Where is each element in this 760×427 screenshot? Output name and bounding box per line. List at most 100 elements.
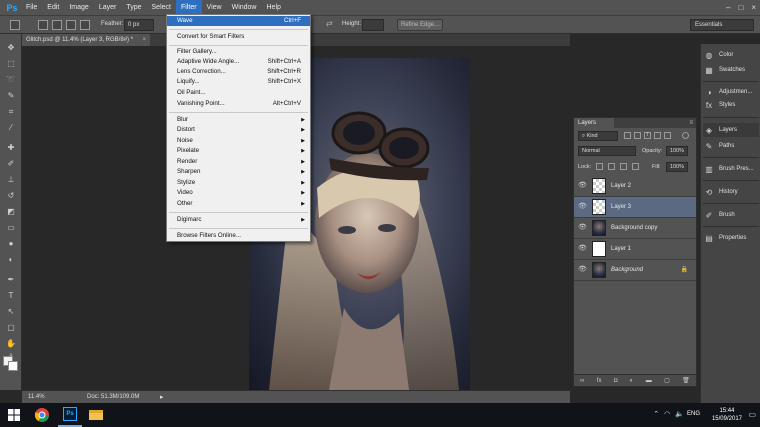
new-selection-icon[interactable]: [38, 20, 48, 30]
menu-edit[interactable]: Edit: [42, 0, 64, 15]
filter-video[interactable]: Video ▶: [167, 188, 310, 198]
panel-layers[interactable]: ◈ Layers: [703, 123, 759, 137]
panel-adjustments[interactable]: ◑ Adjustmen...: [703, 85, 759, 99]
fill-input[interactable]: 100%: [666, 162, 688, 172]
close-button[interactable]: ×: [751, 3, 756, 12]
fx-icon[interactable]: fx: [597, 378, 602, 384]
status-menu-icon[interactable]: ▸: [160, 393, 164, 401]
language-indicator[interactable]: ENG: [687, 411, 700, 417]
smart-object-filter-icon[interactable]: [664, 132, 671, 139]
chevron-up-icon[interactable]: ⌃: [653, 410, 659, 418]
tool-preset-icon[interactable]: [10, 20, 20, 30]
history-brush-tool-icon[interactable]: ↺: [5, 190, 17, 202]
brush-tool-icon[interactable]: ✐: [5, 158, 17, 170]
taskbar-clock[interactable]: 15:44 15/09/2017: [712, 407, 742, 423]
pixel-filter-icon[interactable]: [624, 132, 631, 139]
new-layer-icon[interactable]: ▢: [664, 377, 670, 384]
trash-icon[interactable]: 🗑: [682, 377, 690, 384]
menu-filter[interactable]: Filter: [175, 0, 202, 15]
layer-row[interactable]: 👁 Background copy: [574, 218, 696, 239]
filter-oil-paint[interactable]: Oil Paint...: [167, 88, 310, 98]
document-tab[interactable]: Glitch.psd @ 11.4% (Layer 3, RGB/8#) * ×: [22, 34, 150, 46]
filter-toggle-icon[interactable]: [682, 132, 689, 139]
path-select-tool-icon[interactable]: ↖: [5, 306, 17, 318]
filter-vanishing-point[interactable]: Vanishing Point... Alt+Ctrl+V: [167, 99, 310, 109]
filter-distort[interactable]: Distort ▶: [167, 125, 310, 135]
panel-brush-presets[interactable]: ▥ Brush Pres...: [703, 162, 759, 176]
panel-styles[interactable]: fx Styles: [703, 101, 759, 109]
gradient-tool-icon[interactable]: ▭: [5, 222, 17, 234]
height-input[interactable]: [362, 19, 384, 31]
filter-gallery[interactable]: Filter Gallery...: [167, 47, 310, 57]
eraser-tool-icon[interactable]: ◩: [5, 206, 17, 218]
notification-icon[interactable]: ▭: [748, 410, 756, 419]
eyedropper-tool-icon[interactable]: ⁄: [5, 122, 17, 134]
move-tool-icon[interactable]: ✥: [5, 42, 17, 54]
visibility-eye-icon[interactable]: 👁: [578, 224, 587, 232]
workspace-select[interactable]: Essentials: [690, 19, 754, 31]
type-filter-icon[interactable]: T: [644, 132, 651, 139]
lock-all-icon[interactable]: [632, 163, 639, 170]
filter-stylize[interactable]: Stylize ▶: [167, 178, 310, 188]
menu-view[interactable]: View: [202, 0, 227, 15]
crop-tool-icon[interactable]: ⌗: [5, 106, 17, 118]
network-icon[interactable]: ◠: [664, 410, 670, 418]
hand-tool-icon[interactable]: ✋: [5, 338, 17, 350]
opacity-input[interactable]: 100%: [666, 146, 688, 156]
panel-color[interactable]: ◍ Color: [703, 48, 759, 62]
chrome-taskbar-icon[interactable]: [30, 403, 54, 427]
explorer-taskbar-icon[interactable]: [84, 403, 108, 427]
panel-brush[interactable]: ✐ Brush: [703, 208, 759, 222]
lasso-tool-icon[interactable]: ➰: [5, 74, 17, 86]
dodge-tool-icon[interactable]: ◐: [5, 254, 17, 266]
filter-liquify[interactable]: Liquify... Shift+Ctrl+X: [167, 77, 310, 87]
add-selection-icon[interactable]: [52, 20, 62, 30]
background-color-swatch[interactable]: [8, 361, 18, 371]
lock-transparent-icon[interactable]: [596, 163, 603, 170]
maximize-button[interactable]: □: [738, 3, 743, 12]
panel-properties[interactable]: ▤ Properties: [703, 231, 759, 245]
visibility-eye-icon[interactable]: 👁: [578, 182, 587, 190]
menu-window[interactable]: Window: [227, 0, 262, 15]
healing-brush-tool-icon[interactable]: ✚: [5, 142, 17, 154]
layer-row[interactable]: 👁 Layer 2: [574, 176, 696, 197]
menu-layer[interactable]: Layer: [94, 0, 122, 15]
menu-file[interactable]: File: [21, 0, 42, 15]
menu-type[interactable]: Type: [121, 0, 146, 15]
volume-icon[interactable]: 🔈: [675, 410, 684, 418]
shape-filter-icon[interactable]: [654, 132, 661, 139]
blur-tool-icon[interactable]: ●: [5, 238, 17, 250]
start-button[interactable]: [2, 403, 26, 427]
filter-adaptive-wide-angle[interactable]: Adaptive Wide Angle... Shift+Ctrl+A: [167, 57, 310, 67]
layer-row[interactable]: 👁 Layer 1: [574, 239, 696, 260]
menu-help[interactable]: Help: [262, 0, 286, 15]
filter-browse-online[interactable]: Browse Filters Online...: [167, 231, 310, 241]
filter-render[interactable]: Render ▶: [167, 157, 310, 167]
filter-convert-smart[interactable]: Convert for Smart Filters: [167, 32, 310, 42]
filter-other[interactable]: Other ▶: [167, 199, 310, 209]
filter-sharpen[interactable]: Sharpen ▶: [167, 167, 310, 177]
filter-last-wave[interactable]: Wave Ctrl+F: [167, 16, 310, 26]
layer-row[interactable]: 👁 Background 🔒: [574, 260, 696, 281]
panel-history[interactable]: ⟲ History: [703, 185, 759, 199]
panel-paths[interactable]: ✎ Paths: [703, 139, 759, 153]
intersect-selection-icon[interactable]: [80, 20, 90, 30]
marquee-tool-icon[interactable]: ⬚: [5, 58, 17, 70]
feather-input[interactable]: 0 px: [124, 19, 154, 31]
filter-digimarc[interactable]: Digimarc ▶: [167, 215, 310, 225]
filter-pixelate[interactable]: Pixelate ▶: [167, 146, 310, 156]
menu-image[interactable]: Image: [64, 0, 93, 15]
subtract-selection-icon[interactable]: [66, 20, 76, 30]
zoom-level[interactable]: 11.4%: [28, 394, 45, 400]
photoshop-taskbar-icon[interactable]: Ps: [58, 403, 82, 427]
folder-icon[interactable]: ▬: [646, 378, 652, 384]
visibility-eye-icon[interactable]: 👁: [578, 245, 587, 253]
refine-edge-button[interactable]: Refine Edge...: [397, 19, 443, 31]
visibility-eye-icon[interactable]: 👁: [578, 266, 587, 274]
close-tab-icon[interactable]: ×: [142, 34, 146, 46]
shape-tool-icon[interactable]: ▢: [5, 322, 17, 334]
filter-blur[interactable]: Blur ▶: [167, 115, 310, 125]
filter-kind-select[interactable]: ⌕ Kind: [578, 131, 618, 141]
pen-tool-icon[interactable]: ✒: [5, 274, 17, 286]
filter-lens-correction[interactable]: Lens Correction... Shift+Ctrl+R: [167, 67, 310, 77]
